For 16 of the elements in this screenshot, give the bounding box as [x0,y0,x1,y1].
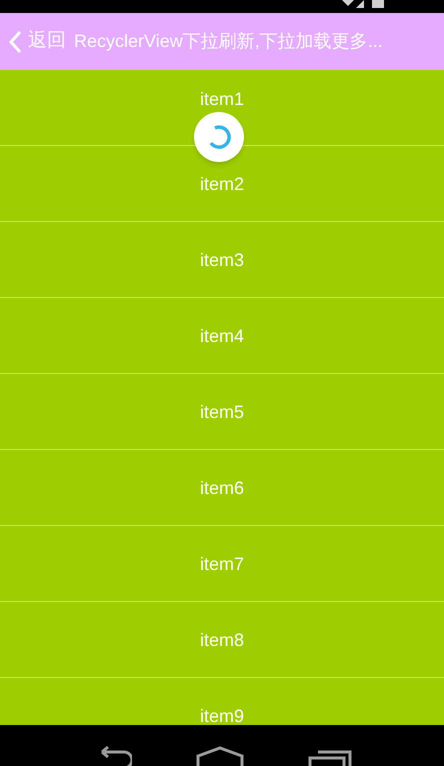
list-item[interactable]: item3 [200,250,244,270]
list-item[interactable]: item9 [200,706,244,725]
list-item[interactable]: item2 [200,174,244,194]
list-item[interactable]: item1 [200,88,244,108]
list-item[interactable]: item5 [200,402,244,422]
home-icon[interactable] [196,746,244,766]
list-item[interactable]: item7 [200,554,244,574]
window-title: RecyclerView下拉刷新,下拉加载更多... [74,30,383,53]
list-item[interactable]: item4 [200,326,244,346]
list-item[interactable]: item8 [200,630,244,650]
list-item[interactable]: item6 [200,478,244,498]
battery-icon [372,0,384,8]
back-icon [8,30,22,54]
back-button[interactable]: 返回 [8,27,66,56]
signal-icon [342,0,364,8]
recent-apps-icon[interactable] [308,748,352,766]
